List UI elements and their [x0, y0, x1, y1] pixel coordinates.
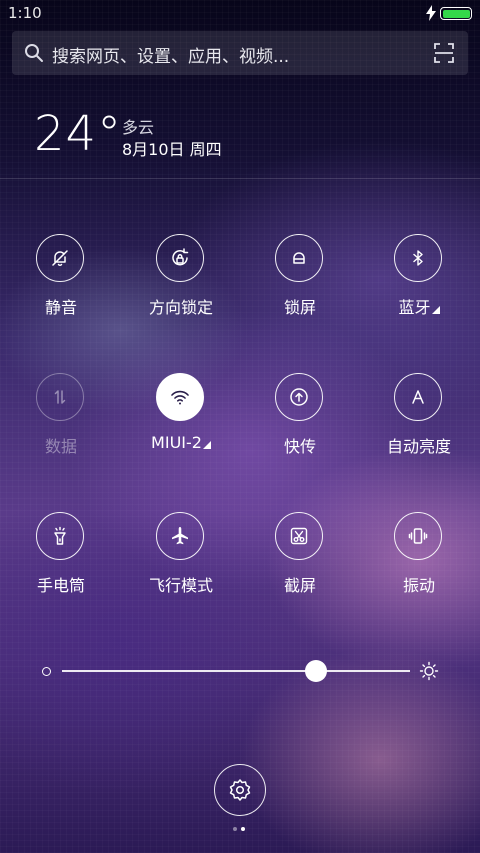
- lock-icon[interactable]: [275, 234, 323, 282]
- toggle-label: 数据: [44, 437, 77, 456]
- toggle-rotation-lock[interactable]: 方向锁定: [121, 234, 241, 334]
- data-arrows-icon[interactable]: [36, 373, 84, 421]
- upload-icon[interactable]: [275, 373, 323, 421]
- toggle-label: 飞行模式: [148, 576, 213, 595]
- gear-icon: [229, 779, 251, 801]
- toggle-bluetooth[interactable]: 蓝牙: [359, 234, 479, 334]
- toggle-quick-share[interactable]: 快传: [240, 373, 360, 473]
- toggle-label: 锁屏: [283, 298, 316, 317]
- toggle-data[interactable]: 数据: [1, 373, 121, 473]
- rotation-lock-icon[interactable]: [156, 234, 204, 282]
- toggle-airplane[interactable]: 飞行模式: [121, 512, 241, 612]
- status-time: 1:10: [8, 4, 42, 22]
- auto-brightness-icon[interactable]: [394, 373, 442, 421]
- weather-date: 8月10日 周四: [122, 140, 222, 159]
- battery-fill: [442, 9, 470, 18]
- submenu-indicator-icon: [431, 306, 440, 314]
- toggle-lock-screen[interactable]: 锁屏: [240, 234, 360, 334]
- battery-icon: [440, 7, 472, 20]
- scan-icon[interactable]: [434, 43, 454, 63]
- toggle-wifi[interactable]: MIUI-2: [121, 373, 241, 473]
- toggle-label: 蓝牙: [359, 294, 479, 318]
- toggle-label-text: MIUI-2: [151, 433, 202, 452]
- status-bar: 1:10: [0, 0, 480, 26]
- page-dot: [233, 827, 237, 831]
- toggle-flashlight[interactable]: 手电筒: [1, 512, 121, 612]
- toggle-label: 截屏: [283, 576, 316, 595]
- toggle-label: 手电筒: [36, 576, 85, 595]
- bell-off-icon[interactable]: [36, 234, 84, 282]
- page-indicator: [232, 827, 248, 833]
- search-bar[interactable]: 搜索网页、设置、应用、视频...: [12, 31, 468, 75]
- toggle-label: 静音: [44, 298, 77, 317]
- toggle-label-text: 蓝牙: [398, 298, 431, 317]
- search-placeholder[interactable]: 搜索网页、设置、应用、视频...: [52, 42, 289, 67]
- toggle-label: 快传: [283, 437, 316, 456]
- brightness-high-icon: [419, 661, 439, 681]
- weather-condition: 多云: [122, 118, 155, 137]
- search-icon: [25, 44, 43, 62]
- toggle-label: 方向锁定: [148, 298, 213, 317]
- toggle-label: MIUI-2: [121, 433, 241, 452]
- toggle-auto-brightness[interactable]: 自动亮度: [359, 373, 479, 473]
- flashlight-icon[interactable]: [36, 512, 84, 560]
- toggle-label: 自动亮度: [386, 437, 451, 456]
- wifi-icon[interactable]: [156, 373, 204, 421]
- bluetooth-icon[interactable]: [394, 234, 442, 282]
- toggle-label: 振动: [402, 576, 435, 595]
- settings-button[interactable]: [214, 764, 266, 816]
- divider: [0, 178, 480, 179]
- temperature: 24°: [34, 106, 123, 162]
- brightness-slider-thumb[interactable]: [305, 660, 328, 682]
- brightness-low-icon: [42, 667, 51, 676]
- toggle-mute[interactable]: 静音: [1, 234, 121, 334]
- toggle-vibrate[interactable]: 振动: [359, 512, 479, 612]
- scissors-icon[interactable]: [275, 512, 323, 560]
- brightness-slider-track[interactable]: [62, 670, 410, 672]
- charging-bolt-icon: [426, 5, 436, 21]
- vibrate-icon[interactable]: [394, 512, 442, 560]
- toggle-screenshot[interactable]: 截屏: [240, 512, 360, 612]
- submenu-indicator-icon: [202, 441, 211, 449]
- airplane-icon[interactable]: [156, 512, 204, 560]
- page-dot-active: [241, 827, 245, 831]
